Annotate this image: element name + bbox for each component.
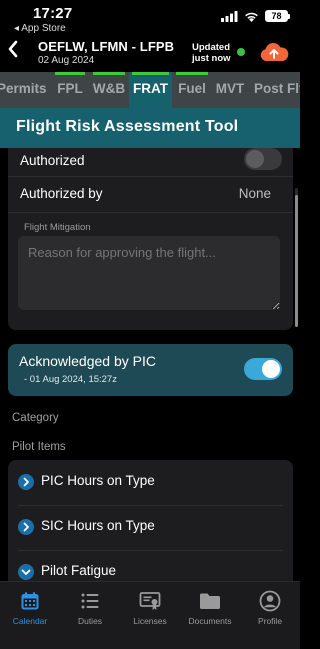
tab-complete-indicator	[132, 72, 169, 75]
sync-status-line1: Updated	[192, 42, 230, 53]
cellular-signal-icon	[221, 10, 238, 22]
frat-content[interactable]: Authorized Authorized by None Flight Mit…	[0, 148, 300, 581]
nav-label: Documents	[188, 616, 232, 626]
pilot-item-label: SIC Hours on Type	[41, 518, 155, 533]
acknowledgement-card: Acknowledged by PIC - 01 Aug 2024, 15:27…	[8, 344, 293, 396]
chevron-right-icon	[18, 474, 34, 490]
toggle-knob	[262, 360, 280, 378]
authorized-label: Authorized	[20, 153, 85, 168]
pilot-item-label: PIC Hours on Type	[41, 473, 155, 488]
nav-profile[interactable]: Profile	[240, 590, 300, 626]
list-icon	[60, 590, 120, 612]
tab-frat[interactable]: FRAT	[129, 72, 172, 108]
folder-icon	[180, 590, 240, 612]
pilot-item-pic-hours[interactable]: PIC Hours on Type	[8, 460, 293, 504]
tab-fpl[interactable]: FPL	[52, 72, 88, 108]
bottom-nav: Calendar Duties Licenses Documents Profi…	[0, 581, 300, 649]
flight-mitigation-label: Flight Mitigation	[24, 222, 91, 233]
page-title-bar: Flight Risk Assessment Tool	[0, 108, 300, 148]
sync-status-dot	[237, 48, 245, 56]
status-bar: 17:27 ◂ App Store 78	[0, 0, 300, 36]
pilot-item-fatigue[interactable]: Pilot Fatigue	[8, 550, 293, 581]
flight-date: 02 Aug 2024	[38, 55, 95, 66]
chevron-down-icon	[18, 564, 34, 580]
authorized-by-label: Authorized by	[20, 186, 103, 201]
nav-label: Duties	[77, 616, 103, 626]
nav-licenses[interactable]: Licenses	[120, 590, 180, 626]
nav-calendar[interactable]: Calendar	[0, 590, 60, 626]
chevron-left-icon[interactable]	[7, 40, 19, 64]
pilot-items-heading: Pilot Items	[12, 441, 66, 453]
divider	[8, 212, 293, 213]
sync-status: Updated just now	[192, 42, 231, 64]
calendar-icon	[0, 590, 60, 612]
flight-route: OEFLW, LFMN - LFPB	[38, 39, 175, 54]
chevron-right-icon	[18, 519, 34, 535]
acknowledged-by-pic-label: Acknowledged by PIC	[19, 353, 156, 369]
sync-status-line2: just now	[192, 53, 231, 64]
acknowledged-toggle[interactable]	[244, 358, 282, 380]
pilot-items-card: PIC Hours on Type SIC Hours on Type Pilo…	[8, 460, 293, 581]
battery-indicator: 78	[265, 10, 290, 22]
scrollbar-thumb[interactable]	[295, 195, 298, 327]
divider	[8, 176, 293, 177]
nav-documents[interactable]: Documents	[180, 590, 240, 626]
category-heading: Category	[12, 412, 59, 424]
page-title: Flight Risk Assessment Tool	[16, 118, 239, 135]
tab-complete-indicator	[176, 72, 208, 75]
nav-label: Profile	[257, 616, 283, 626]
pilot-item-sic-hours[interactable]: SIC Hours on Type	[8, 505, 293, 549]
person-icon	[240, 590, 300, 612]
acknowledged-date: - 01 Aug 2024, 15:27z	[24, 374, 117, 385]
tab-permits[interactable]: Permits	[0, 72, 49, 108]
nav-duties[interactable]: Duties	[60, 590, 120, 626]
toggle-knob	[246, 150, 264, 168]
tab-mvt[interactable]: MVT	[213, 72, 247, 108]
back-to-app-store-link[interactable]: ◂ App Store	[14, 23, 66, 34]
license-icon	[120, 590, 180, 612]
tab-wb[interactable]: W&B	[90, 72, 128, 108]
tab-post-flt[interactable]: Post Flt	[254, 72, 300, 108]
flight-mitigation-input[interactable]	[18, 236, 280, 310]
authorization-card: Authorized Authorized by None Flight Mit…	[8, 148, 293, 330]
tab-complete-indicator	[55, 72, 85, 75]
tab-fuel[interactable]: Fuel	[173, 72, 211, 108]
nav-label: Calendar	[12, 616, 48, 626]
clock: 17:27	[33, 5, 73, 22]
cloud-upload-icon[interactable]	[259, 41, 289, 68]
tab-complete-indicator	[93, 72, 125, 75]
flight-header: OEFLW, LFMN - LFPB 02 Aug 2024 Updated j…	[0, 36, 300, 70]
wifi-icon	[245, 12, 258, 22]
nav-label: Licenses	[133, 616, 167, 626]
authorized-toggle[interactable]	[244, 148, 282, 170]
status-icons: 78	[221, 10, 290, 22]
section-tabs: Permits FPL W&B FRAT Fuel MVT Post Flt	[0, 72, 300, 108]
pilot-item-label: Pilot Fatigue	[41, 563, 117, 578]
authorized-by-value[interactable]: None	[239, 186, 271, 201]
